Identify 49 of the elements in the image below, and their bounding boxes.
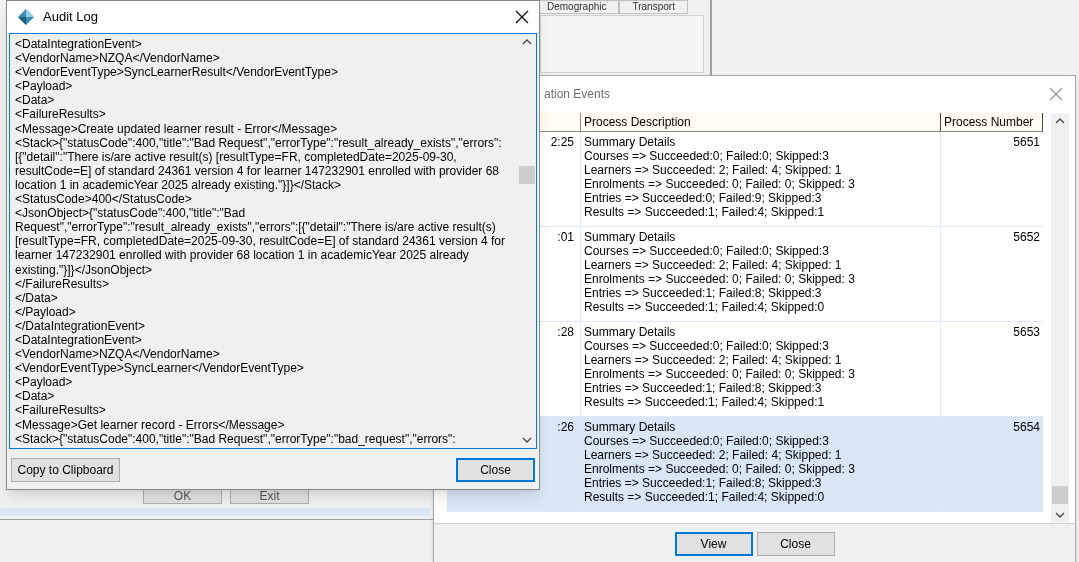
scroll-up-icon[interactable] — [522, 38, 532, 45]
log-line: <FailureResults> — [15, 403, 107, 418]
table-cell: Summary Details Courses => Succeeded:0; Failed:0; Skipped:3 Learners => Succeeded: 2; Failed: 4; Skipped: 1 Enrolments => Succeeded: 0; Failed: 0; Skipped: 3 Entries => Succeeded:1; Failed:8; Skipped:3 Results => Succeeded:1; Failed:4; Skipped:0 — [581, 227, 941, 321]
log-text-area[interactable] — [9, 33, 537, 449]
window-title: ation Events — [544, 85, 611, 103]
log-line: </DataIntegrationEvent> — [15, 318, 147, 333]
log-line: <Message>Get learner record - Errors</Message> — [15, 417, 286, 432]
table-cell: Summary Details Courses => Succeeded:0; Failed:0; Skipped:3 Learners => Succeeded: 2; Failed: 4; Skipped: 1 Enrolments => Succeeded: 0; Failed: 0; Skipped: 3 Entries => Succeeded:0; Failed:9; Skipped:3 Results => Succeeded:1; Failed:4; Skipped:1 — [581, 132, 941, 226]
column-header[interactable]: Process Description — [581, 113, 941, 131]
column-header[interactable]: Process Number — [941, 113, 1043, 131]
scroll-up-icon[interactable] — [1055, 117, 1065, 124]
table-cell-text: 5652 — [1012, 229, 1041, 246]
scroll-thumb[interactable] — [519, 166, 535, 184]
log-line: <VendorName>NZQA</VendorName> — [15, 51, 221, 66]
app-icon — [17, 8, 35, 26]
scroll-down-icon[interactable] — [1055, 512, 1065, 519]
tab[interactable]: Transport — [619, 0, 688, 14]
scrollbar[interactable] — [1051, 113, 1069, 523]
close-icon[interactable] — [515, 10, 529, 24]
log-line: <Payload> — [15, 79, 74, 94]
scroll-down-icon[interactable] — [522, 437, 532, 444]
scroll-thumb[interactable] — [1052, 486, 1068, 504]
log-line: <DataIntegrationEvent> — [15, 37, 143, 52]
log-line: <JsonObject>{"statusCode":400,"title":"Bad — [15, 206, 247, 221]
default-button[interactable]: View — [674, 532, 753, 556]
log-line: </Payload> — [15, 304, 77, 319]
log-line: <Data> — [15, 93, 56, 108]
log-line: <Data> — [15, 389, 56, 404]
dialog-button[interactable]: Copy to Clipboard — [11, 458, 120, 482]
log-line: <StatusCode>400</StatusCode> — [15, 192, 193, 207]
log-line: <DataIntegrationEvent> — [15, 332, 142, 348]
log-line: </FailureResults> — [15, 276, 110, 291]
table-cell-text: 5654 — [1012, 419, 1041, 436]
dialog-button[interactable]: Close — [756, 532, 835, 556]
log-line: location 1 in academicYear 2025 already existing."}]}</Stack> — [15, 177, 343, 193]
log-line: <Message>Create updated learner result - Error</Message> — [15, 121, 339, 136]
log-line: <FailureResults> — [15, 107, 107, 122]
table-cell-text: 5651 — [1012, 134, 1041, 151]
window-title: Audit Log — [43, 8, 99, 27]
log-line: <VendorEventType>SyncLearner</VendorEventType> — [15, 361, 305, 376]
log-line: <VendorName>NZQA</VendorName> — [15, 347, 221, 362]
log-line: existing."}]}</JsonObject> — [15, 262, 153, 277]
log-line: </Data> — [15, 290, 59, 305]
log-line: <Payload> — [15, 375, 74, 390]
default-button[interactable]: Close — [456, 458, 535, 482]
log-line: <VendorEventType>SyncLearnerResult</VendorEventType> — [15, 65, 339, 80]
table-cell: Summary Details Courses => Succeeded:0; Failed:0; Skipped:3 Learners => Succeeded: 2; Failed: 4; Skipped: 1 Enrolments => Succeeded: 0; Failed: 0; Skipped: 3 Entries => Succeeded:1; Failed:8; Skipped:3 Results => Succeeded:1; Failed:4; Skipped:1 — [581, 322, 941, 416]
table-cell: Summary Details Courses => Succeeded:0; Failed:0; Skipped:3 Learners => Succeeded: 2; Failed: 4; Skipped: 1 Enrolments => Succeeded: 0; Failed: 0; Skipped: 3 Entries => Succeeded:1; Failed:8; Skipped:3 Results => Succeeded:1; Failed:4; Skipped:0 — [581, 417, 941, 511]
table-cell-text: 5653 — [1012, 324, 1041, 341]
